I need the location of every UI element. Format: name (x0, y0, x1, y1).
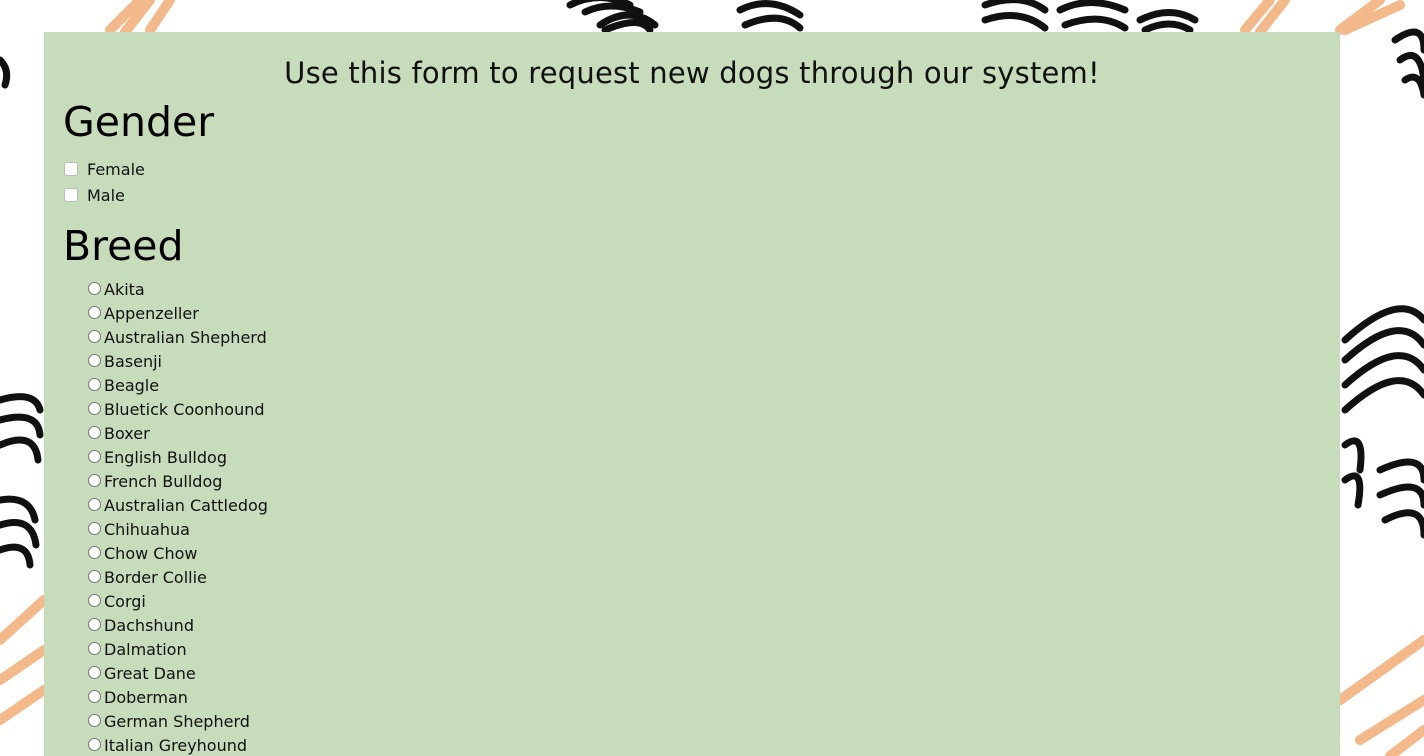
breed-option[interactable]: Appenzeller (88, 301, 268, 325)
breed-option[interactable]: Akita (88, 277, 268, 301)
gender-option-male[interactable]: Male (64, 182, 145, 208)
breed-option-label: Corgi (104, 591, 146, 611)
breed-radio[interactable] (88, 689, 101, 703)
breed-radio[interactable] (88, 449, 101, 463)
breed-option-label: Chihuahua (104, 519, 190, 539)
breed-option-label: Italian Greyhound (104, 735, 248, 755)
breed-heading: Breed (63, 222, 184, 270)
breed-option-label: Bluetick Coonhound (104, 399, 265, 419)
breed-option-label: Dalmation (104, 639, 187, 659)
breed-option-label: Basenji (104, 351, 162, 371)
gender-heading: Gender (63, 98, 215, 146)
breed-radio[interactable] (88, 641, 101, 655)
breed-radio[interactable] (88, 305, 101, 319)
breed-option[interactable]: Chow Chow (88, 541, 268, 565)
breed-radio[interactable] (88, 281, 101, 295)
breed-option[interactable]: Beagle (88, 373, 268, 397)
breed-option-label: Border Collie (104, 567, 207, 587)
gender-options: Female Male (64, 156, 145, 208)
breed-option[interactable]: Great Dane (88, 661, 268, 685)
male-checkbox[interactable] (64, 188, 78, 202)
breed-radio[interactable] (88, 473, 101, 487)
breed-radio[interactable] (88, 617, 101, 631)
breed-option-label: Australian Shepherd (104, 327, 267, 347)
breed-option-label: Doberman (104, 687, 188, 707)
breed-radio[interactable] (88, 545, 101, 559)
breed-radio[interactable] (88, 329, 101, 343)
breed-option-label: Appenzeller (104, 303, 199, 323)
breed-radio[interactable] (88, 737, 101, 751)
breed-option[interactable]: Corgi (88, 589, 268, 613)
breed-option[interactable]: Italian Greyhound (88, 733, 268, 756)
breed-option-label: German Shepherd (104, 711, 250, 731)
gender-option-female[interactable]: Female (64, 156, 145, 182)
breed-option-label: Chow Chow (104, 543, 198, 563)
breed-option-label: Akita (104, 279, 145, 299)
breed-option-label: French Bulldog (104, 471, 223, 491)
breed-option-label: Beagle (104, 375, 160, 395)
breed-radio[interactable] (88, 665, 101, 679)
breed-radio[interactable] (88, 569, 101, 583)
breed-options: Akita Appenzeller Australian Shepherd Basen… (88, 277, 268, 756)
breed-option[interactable]: French Bulldog (88, 469, 268, 493)
breed-option[interactable]: German Shepherd (88, 709, 268, 733)
breed-radio[interactable] (88, 521, 101, 535)
breed-option-label: Dachshund (104, 615, 194, 635)
female-checkbox[interactable] (64, 162, 78, 176)
breed-option[interactable]: Boxer (88, 421, 268, 445)
breed-option[interactable]: Basenji (88, 349, 268, 373)
breed-radio[interactable] (88, 353, 101, 367)
breed-option[interactable]: Australian Cattledog (88, 493, 268, 517)
breed-option[interactable]: Border Collie (88, 565, 268, 589)
breed-option-label: Great Dane (104, 663, 196, 683)
breed-option[interactable]: Australian Shepherd (88, 325, 268, 349)
breed-radio[interactable] (88, 497, 101, 511)
breed-option[interactable]: Dachshund (88, 613, 268, 637)
request-form-panel: Use this form to request new dogs throug… (44, 32, 1340, 756)
gender-option-label: Male (87, 185, 125, 205)
breed-radio[interactable] (88, 593, 101, 607)
form-intro-text: Use this form to request new dogs throug… (284, 56, 1100, 90)
breed-option[interactable]: Chihuahua (88, 517, 268, 541)
breed-option[interactable]: Dalmation (88, 637, 268, 661)
breed-option-label: Boxer (104, 423, 150, 443)
breed-radio[interactable] (88, 401, 101, 415)
breed-radio[interactable] (88, 425, 101, 439)
breed-option-label: English Bulldog (104, 447, 227, 467)
breed-option[interactable]: Doberman (88, 685, 268, 709)
breed-option[interactable]: Bluetick Coonhound (88, 397, 268, 421)
breed-radio[interactable] (88, 713, 101, 727)
breed-radio[interactable] (88, 377, 101, 391)
breed-option[interactable]: English Bulldog (88, 445, 268, 469)
breed-option-label: Australian Cattledog (104, 495, 268, 515)
gender-option-label: Female (87, 159, 145, 179)
